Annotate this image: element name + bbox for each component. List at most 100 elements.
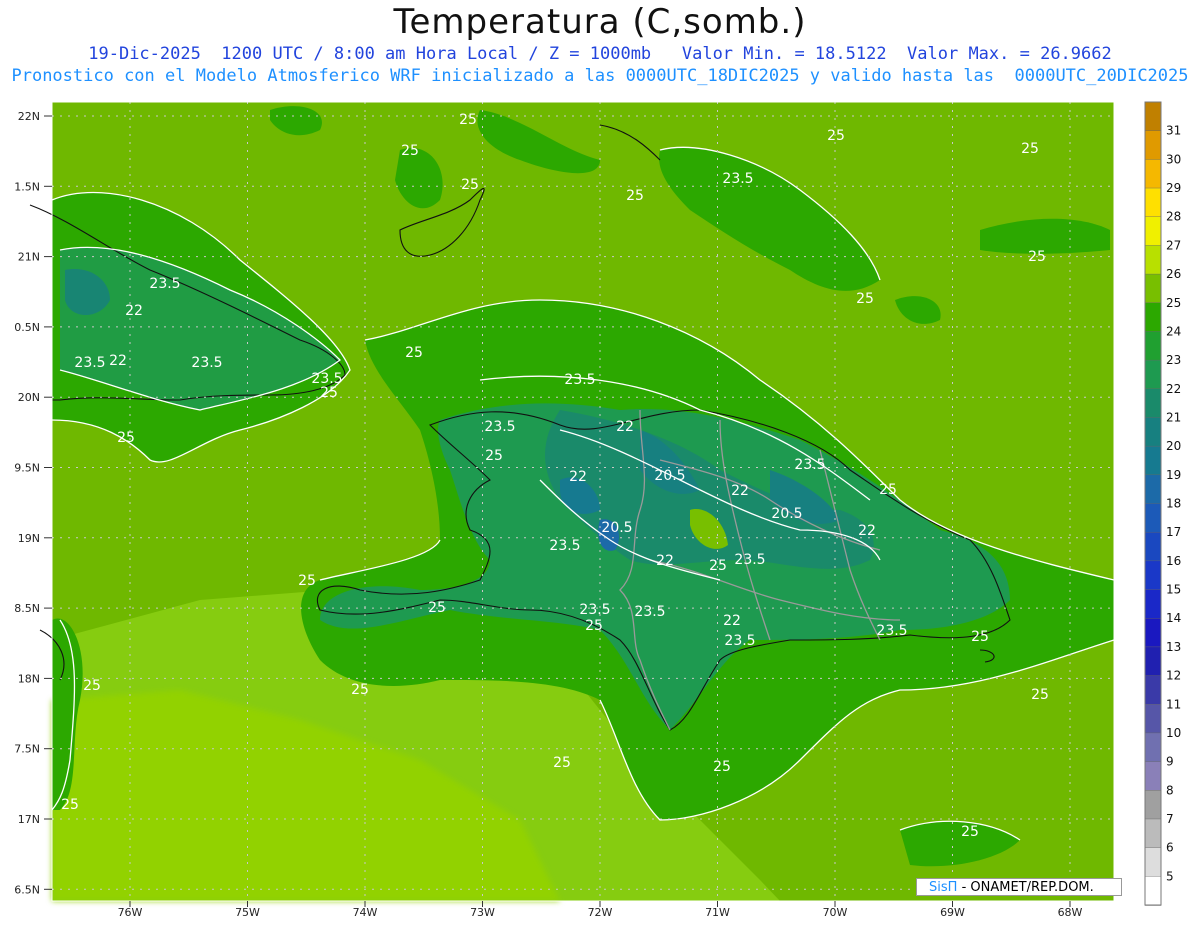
contour-value-label: 22 [858,523,876,539]
credit-text: - ONAMET/REP.DOM. [961,880,1094,895]
contour-value-label: 25 [553,755,571,771]
contour-value-label: 25 [827,128,845,144]
colorbar-label: 28 [1166,210,1181,224]
colorbar-swatch [1144,302,1162,333]
colorbar-label: 10 [1166,726,1181,740]
colorbar-swatch [1144,675,1162,705]
lat-label: 20N [18,391,40,404]
contour-value-label: 25 [298,573,316,589]
contour-value-label: 23.5 [724,633,755,649]
colorbar-label: 8 [1166,783,1174,797]
contour-value-label: 25 [713,759,731,775]
lat-label: 18N [18,672,40,685]
colorbar-label: 30 [1166,152,1181,166]
contour-value-label: 22 [125,303,143,319]
contour-value-label: 25 [428,600,446,616]
colorbar-swatch [1144,761,1162,791]
colorbar: 31 30 29 28 27 26 25 24 23 22 21 20 19 18 17 16 15 14 13 12… [1144,101,1181,906]
lat-label: 9.5N [14,462,40,475]
colorbar-swatch [1144,216,1162,247]
colorbar-swatch [1144,503,1162,533]
lon-label: 72W [588,906,613,919]
colorbar-swatch [1144,331,1162,361]
longitude-labels: 76W 75W 74W 73W 72W 71W 70W 69W 68W [118,901,1083,919]
lon-label: 68W [1058,906,1083,919]
lon-label: 75W [235,906,260,919]
contour-value-label: 25 [1031,687,1049,703]
contour-value-label: 23.5 [734,552,765,568]
lon-label: 74W [353,906,378,919]
colorbar-swatch [1144,417,1162,447]
colorbar-swatch [1144,618,1162,648]
colorbar-swatch [1144,245,1162,275]
colorbar-label: 6 [1166,841,1174,855]
colorbar-swatch [1144,445,1162,476]
lon-label: 70W [823,906,848,919]
colorbar-label: 24 [1166,324,1181,338]
contour-value-label: 22 [656,553,674,569]
colorbar-label: 15 [1166,583,1181,597]
colorbar-label: 5 [1166,869,1174,883]
contour-value-label: 25 [405,345,423,361]
colorbar-label: 18 [1166,497,1181,511]
colorbar-label: 27 [1166,238,1181,252]
colorbar-swatch [1144,847,1162,878]
colorbar-label: 11 [1166,697,1181,711]
colorbar-swatch [1144,531,1162,562]
contour-value-label: 25 [401,143,419,159]
contour-value-label: 23.5 [634,604,665,620]
contour-value-label: 23.5 [191,355,222,371]
contour-value-label: 20.5 [601,520,632,536]
lat-label: 22N [18,110,40,123]
colorbar-swatch [1144,704,1162,734]
contour-value-label: 23.5 [484,419,515,435]
colorbar-swatch [1144,646,1162,677]
contour-value-label: 23.5 [149,276,180,292]
colorbar-label: 29 [1166,181,1181,195]
credit-brand: SisΠ [929,880,958,895]
lat-label: 0.5N [14,321,40,334]
colorbar-swatch [1144,474,1162,505]
colorbar-swatch [1144,818,1162,849]
lon-label: 69W [940,906,965,919]
lat-label: 17N [18,813,40,826]
contour-value-label: 25 [61,797,79,813]
colorbar-swatch [1144,159,1162,189]
colorbar-label: 20 [1166,439,1181,453]
colorbar-swatch [1144,273,1162,304]
lat-label: 1.5N [14,180,40,193]
temperature-map: 25 25 25 25 25 25 25 25 23.5 23.5 23.5 23.5 23.5 23.5… [14,101,1181,919]
contour-value-label: 23.5 [549,538,580,554]
latitude-labels: 22N 1.5N 21N 0.5N 20N 9.5N 19N 8.5N 18N 7.5N 17N 6.… [14,110,52,896]
colorbar-swatch [1144,187,1162,218]
contour-value-label: 23.5 [722,171,753,187]
colorbar-label: 25 [1166,296,1181,310]
colorbar-label: 31 [1166,124,1181,138]
contour-value-label: 25 [1021,141,1039,157]
contour-value-label: 22 [731,483,749,499]
contour-value-label: 22 [569,469,587,485]
lat-label: 6.5N [14,883,40,896]
colorbar-swatch [1144,130,1162,161]
contour-value-label: 25 [485,448,503,464]
contour-value-label: 25 [117,430,135,446]
credit-box: SisΠ - ONAMET/REP.DOM. [916,878,1122,896]
colorbar-swatch [1144,790,1162,820]
colorbar-swatch [1144,388,1162,419]
contour-value-label: 25 [351,682,369,698]
colorbar-label: 23 [1166,353,1181,367]
colorbar-swatch [1144,876,1162,906]
contour-value-label: 25 [1028,249,1046,265]
colorbar-label: 26 [1166,267,1181,281]
colorbar-label: 21 [1166,410,1181,424]
colorbar-swatch [1144,589,1162,619]
colorbar-label: 12 [1166,669,1181,683]
contour-value-label: 22 [723,613,741,629]
contour-value-label: 25 [856,291,874,307]
contour-value-label: 25 [585,618,603,634]
lon-label: 71W [705,906,730,919]
colorbar-label: 7 [1166,812,1174,826]
colorbar-swatch [1144,359,1162,390]
colorbar-label: 19 [1166,468,1181,482]
contour-value-label: 25 [961,824,979,840]
